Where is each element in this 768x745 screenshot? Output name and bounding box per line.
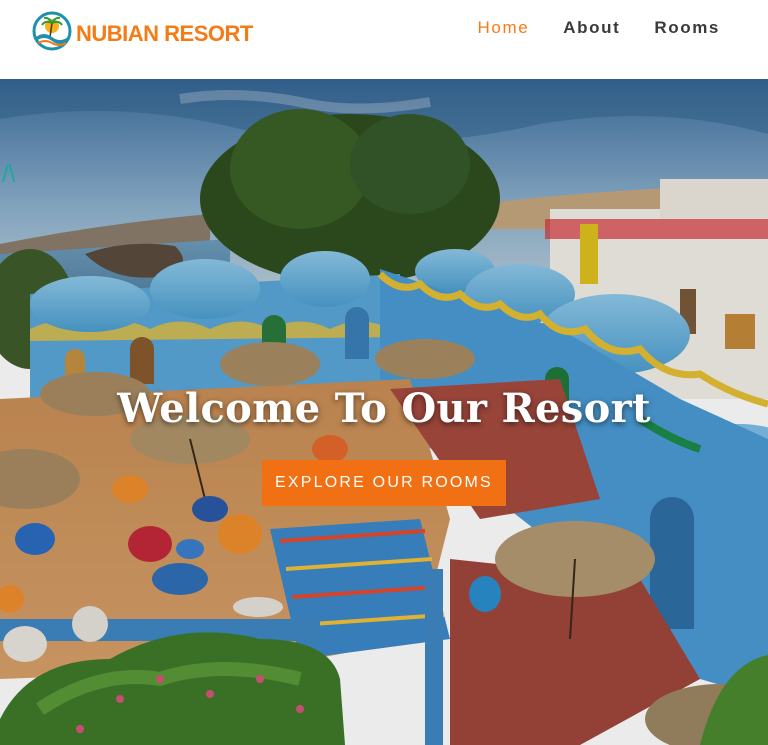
hero-heading: Welcome To Our Resort <box>117 385 651 432</box>
explore-rooms-button[interactable]: EXPLORE OUR ROOMS <box>262 460 506 506</box>
hero-section: /\ Welcome To Our Resort EXPLORE OUR ROO… <box>0 79 768 745</box>
nav-about-link[interactable]: About <box>563 18 620 38</box>
main-nav: Home About Rooms <box>478 18 720 38</box>
brand-home-link[interactable]: NUBIAN RESORT <box>32 11 253 51</box>
hero-edge-mark: /\ <box>2 161 16 188</box>
sun-palm-wave-logo-icon <box>32 11 72 51</box>
nav-home-link[interactable]: Home <box>478 18 530 38</box>
brand-name: NUBIAN RESORT <box>76 21 253 46</box>
top-navbar: NUBIAN RESORT Home About Rooms <box>0 0 768 79</box>
nav-rooms-link[interactable]: Rooms <box>654 18 720 38</box>
